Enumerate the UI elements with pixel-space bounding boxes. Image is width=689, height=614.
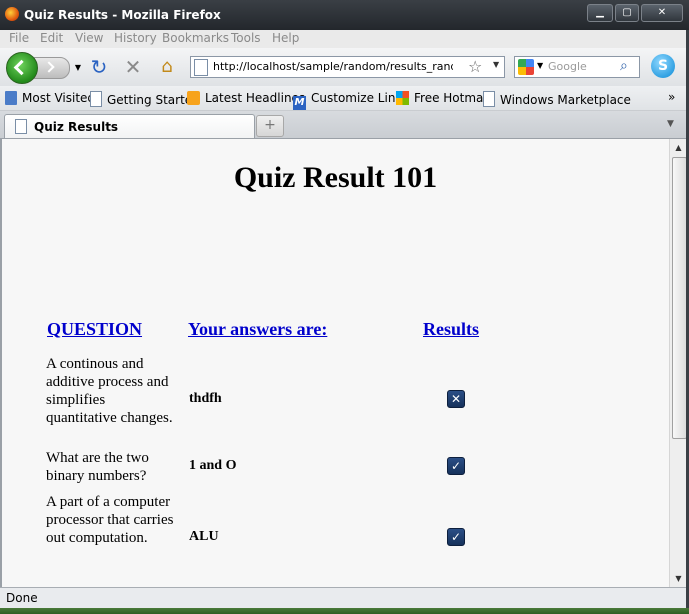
forward-button[interactable]: [34, 57, 70, 79]
results-header-link[interactable]: Results: [423, 319, 479, 340]
rss-feed-icon: [187, 91, 200, 105]
menu-edit[interactable]: Edit: [40, 31, 63, 45]
bookmark-folder-icon: [5, 91, 17, 105]
minimize-button[interactable]: ▁: [587, 4, 613, 22]
answer-text: 1 and O: [189, 458, 237, 473]
navigation-toolbar: ▼ ↻ ✕ ⌂ ☆ ▼ ▼ ⌕ S: [0, 48, 689, 86]
page-icon: [483, 91, 495, 107]
bookmark-getting-started[interactable]: Getting Started: [90, 91, 200, 107]
bookmark-star-icon[interactable]: ☆: [468, 57, 482, 76]
google-engine-icon[interactable]: [518, 59, 534, 75]
page-icon: [15, 119, 27, 134]
vertical-scrollbar[interactable]: ▲ ▼: [669, 139, 687, 587]
menu-bookmarks[interactable]: Bookmarks: [162, 31, 229, 45]
home-icon[interactable]: ⌂: [156, 56, 178, 78]
search-icon[interactable]: ⌕: [620, 58, 628, 74]
menu-view[interactable]: View: [75, 31, 103, 45]
question-text: A continous and additive process and sim…: [46, 356, 173, 426]
history-dropdown-icon[interactable]: ▼: [67, 57, 89, 79]
bookmark-customize-links[interactable]: M Customize Links: [293, 91, 409, 110]
maximize-button[interactable]: ▢: [615, 4, 639, 22]
back-button[interactable]: [6, 52, 38, 84]
bookmark-label: Customize Links: [311, 91, 409, 105]
menu-file[interactable]: File: [9, 31, 29, 45]
answers-header-link[interactable]: Your answers are:: [188, 319, 327, 340]
tab-list-dropdown-icon[interactable]: ▼: [667, 119, 674, 129]
bookmark-free-hotmail[interactable]: Free Hotmail: [396, 91, 490, 107]
bookmark-label: Latest Headlines: [205, 91, 306, 105]
search-box[interactable]: ▼ ⌕: [514, 56, 640, 78]
tab-strip: Quiz Results + ▼: [0, 111, 689, 139]
stop-icon[interactable]: ✕: [122, 56, 144, 78]
maximize-icon: ▢: [622, 7, 632, 18]
bookmark-most-visited[interactable]: Most Visited: [5, 91, 95, 107]
bookmark-label: Getting Started: [107, 93, 200, 107]
window-title: Quiz Results - Mozilla Firefox: [24, 8, 221, 22]
desktop-edge: [0, 608, 689, 614]
menu-history[interactable]: History: [114, 31, 157, 45]
menu-help[interactable]: Help: [272, 31, 299, 45]
page-content: Quiz Result 101 QUESTION Your answers ar…: [2, 139, 669, 587]
browser-window: Quiz Results - Mozilla Firefox ▁ ▢ ✕ Fil…: [0, 0, 689, 614]
bookmark-windows-marketplace[interactable]: Windows Marketplace: [483, 91, 631, 107]
question-header-link[interactable]: QUESTION: [47, 319, 142, 340]
correct-checkmark-icon: ✓: [447, 528, 465, 546]
tab-quiz-results[interactable]: Quiz Results: [4, 114, 255, 138]
page-icon: [90, 91, 102, 107]
menu-tools[interactable]: Tools: [231, 31, 261, 45]
close-icon: ✕: [657, 7, 667, 18]
scroll-down-arrow-icon[interactable]: ▼: [670, 570, 687, 587]
menu-bar: File Edit View History Bookmarks Tools H…: [0, 30, 689, 48]
bookmark-label: Most Visited: [22, 91, 96, 105]
page-icon: [194, 59, 208, 76]
search-input[interactable]: [548, 59, 616, 74]
url-input[interactable]: [213, 58, 453, 74]
bookmark-label: Free Hotmail: [414, 91, 491, 105]
minimize-icon: ▁: [596, 7, 604, 18]
title-bar: Quiz Results - Mozilla Firefox ▁ ▢ ✕: [0, 0, 689, 30]
windows-logo-icon: [396, 91, 409, 105]
firefox-logo-icon: [5, 7, 19, 21]
url-dropdown-icon[interactable]: ▼: [493, 60, 499, 69]
scroll-thumb[interactable]: [672, 157, 687, 439]
status-text: Done: [6, 591, 38, 605]
status-bar: Done: [0, 587, 689, 609]
answer-text: thdfh: [189, 391, 222, 406]
scroll-up-arrow-icon[interactable]: ▲: [670, 139, 687, 156]
new-tab-button[interactable]: +: [256, 115, 284, 137]
correct-checkmark-icon: ✓: [447, 457, 465, 475]
reload-icon[interactable]: ↻: [88, 56, 110, 78]
close-button[interactable]: ✕: [641, 4, 683, 22]
bookmarks-toolbar: Most Visited Getting Started Latest Head…: [0, 86, 689, 111]
page-title: Quiz Result 101: [233, 161, 438, 194]
wrong-mark-icon: ✕: [447, 390, 465, 408]
bookmark-latest-headlines[interactable]: Latest Headlines: [187, 91, 305, 107]
url-bar[interactable]: ☆ ▼: [190, 56, 505, 78]
answer-text: ALU: [189, 529, 219, 544]
engine-dropdown-icon[interactable]: ▼: [537, 61, 543, 70]
skype-icon[interactable]: S: [651, 54, 675, 78]
bookmarks-overflow-chevron-icon[interactable]: »: [668, 90, 675, 104]
question-text: What are the two binary numbers?: [46, 450, 149, 484]
tab-label: Quiz Results: [34, 120, 119, 134]
bookmark-label: Windows Marketplace: [500, 93, 631, 107]
question-text: A part of a computer processor that carr…: [46, 494, 174, 546]
msn-icon: M: [293, 96, 306, 110]
